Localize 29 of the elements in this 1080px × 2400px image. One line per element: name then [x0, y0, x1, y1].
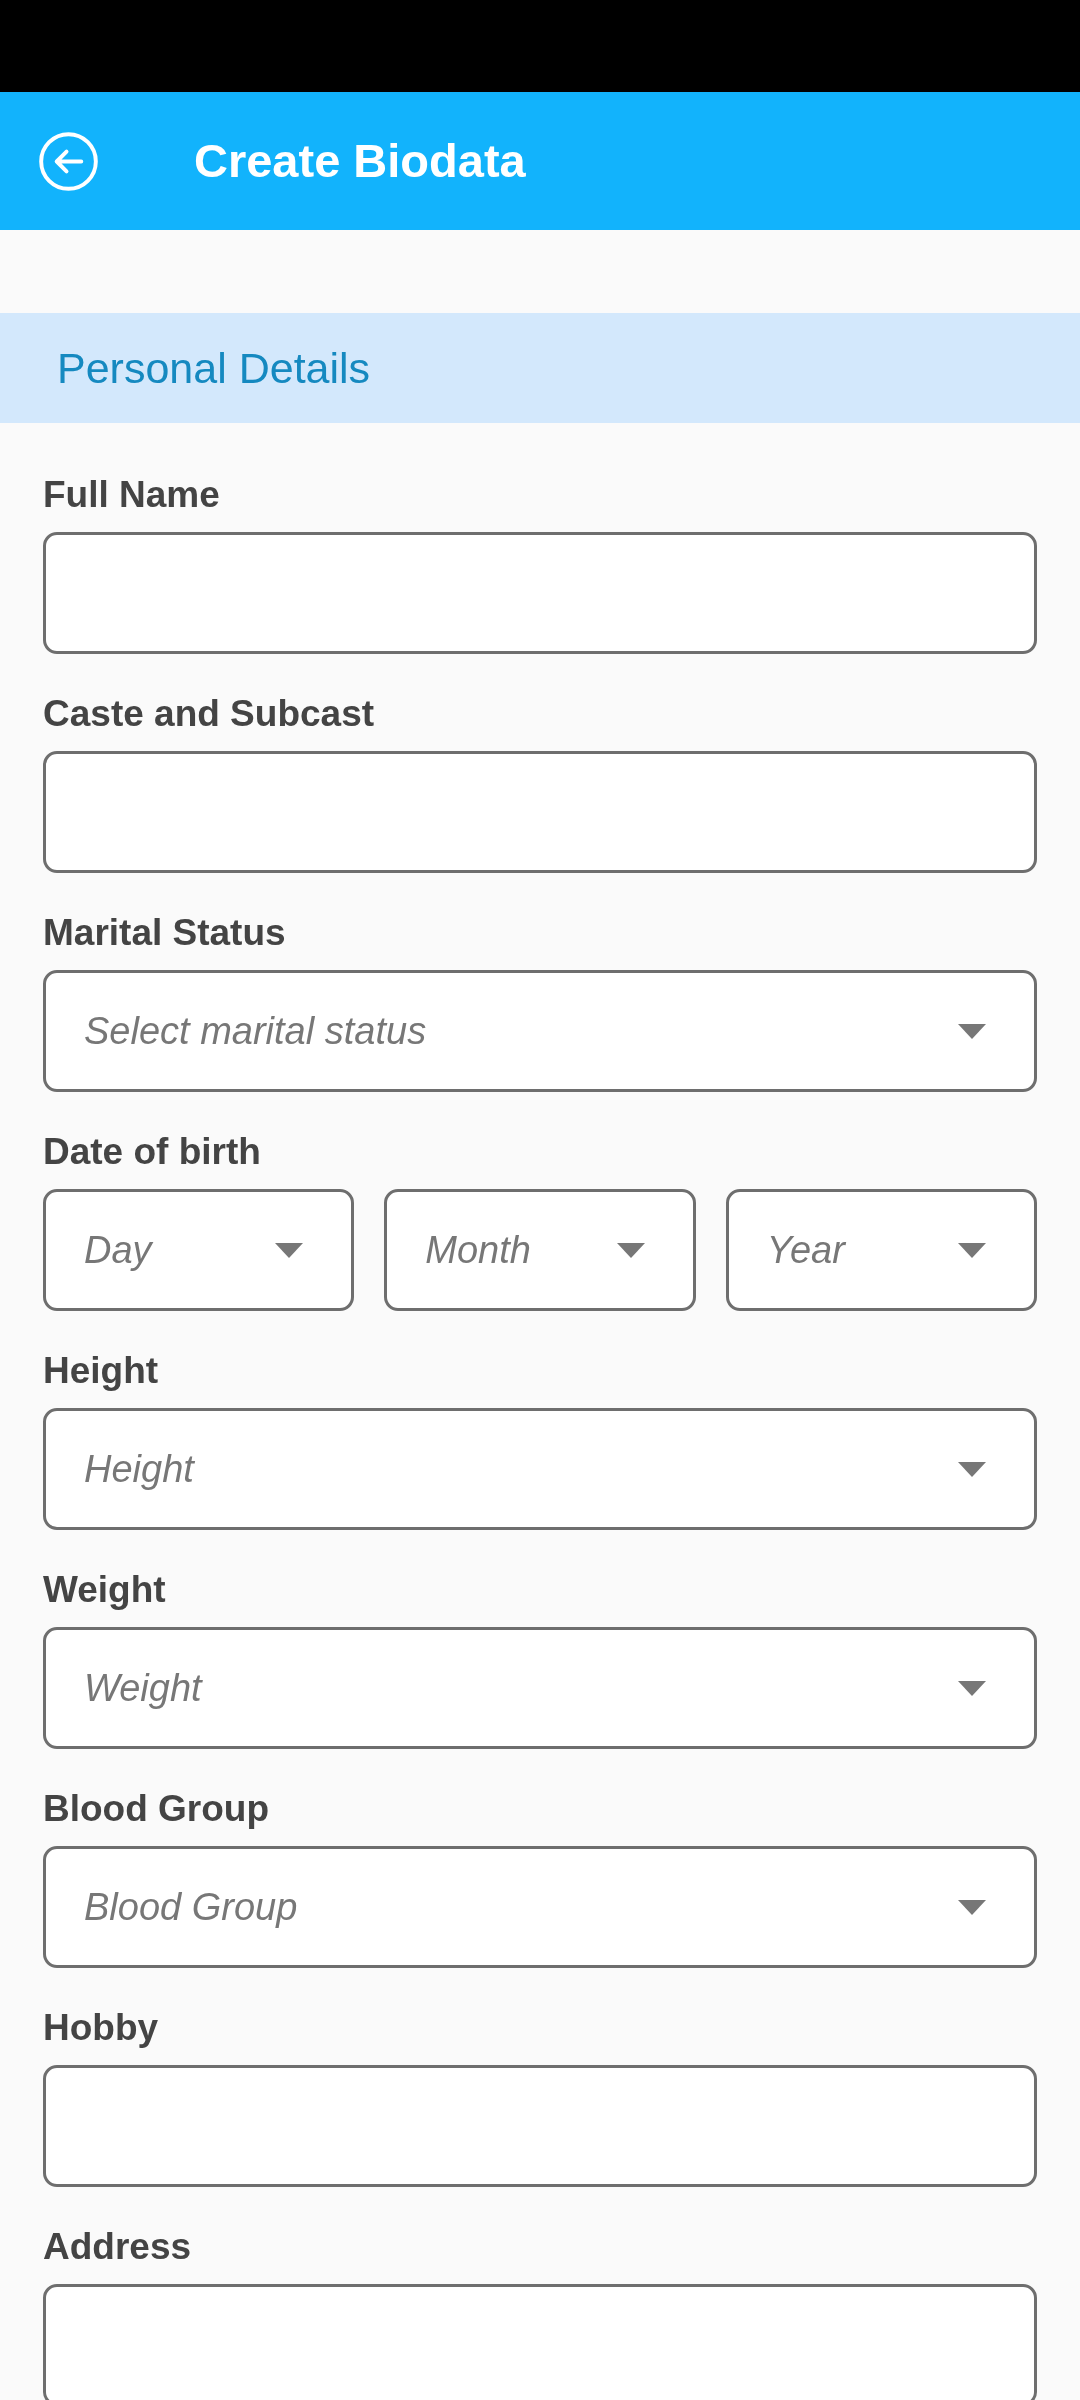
field-label: Address: [43, 2225, 192, 2269]
caret-icon: [958, 1899, 986, 1915]
caret-icon: [616, 1242, 645, 1258]
field-label: Blood Group: [43, 1787, 270, 1831]
text-input-field[interactable]: [43, 751, 1037, 873]
caret-icon: [958, 1023, 986, 1039]
section-title: Personal Details: [57, 343, 371, 394]
field-label: Marital Status: [43, 911, 286, 955]
dropdown-field[interactable]: Blood Group: [43, 1846, 1037, 1968]
dropdown-field[interactable]: Year: [725, 1189, 1037, 1311]
app-bar-title: Create Biodata: [194, 133, 526, 189]
field-label: Height: [43, 1349, 159, 1393]
field-label: Full Name: [43, 473, 220, 517]
field-label: Caste and Subcast: [43, 692, 375, 736]
text-input-field[interactable]: [43, 2065, 1037, 2187]
dropdown-field[interactable]: Weight: [43, 1627, 1037, 1749]
caret-icon: [958, 1680, 986, 1696]
caret-icon: [275, 1242, 304, 1258]
caret-icon: [958, 1461, 986, 1477]
dropdown-field[interactable]: Month: [384, 1189, 696, 1311]
field-label: Hobby: [43, 2006, 159, 2050]
dropdown-field[interactable]: Select marital status: [43, 970, 1037, 1092]
text-input-field[interactable]: [43, 2284, 1037, 2400]
dropdown-field[interactable]: Height: [43, 1408, 1037, 1530]
dropdown-field[interactable]: Day: [43, 1189, 355, 1311]
field-label: Date of birth: [43, 1130, 261, 1174]
text-input-field[interactable]: [43, 532, 1037, 654]
caret-icon: [958, 1242, 986, 1258]
field-label: Weight: [43, 1568, 166, 1612]
